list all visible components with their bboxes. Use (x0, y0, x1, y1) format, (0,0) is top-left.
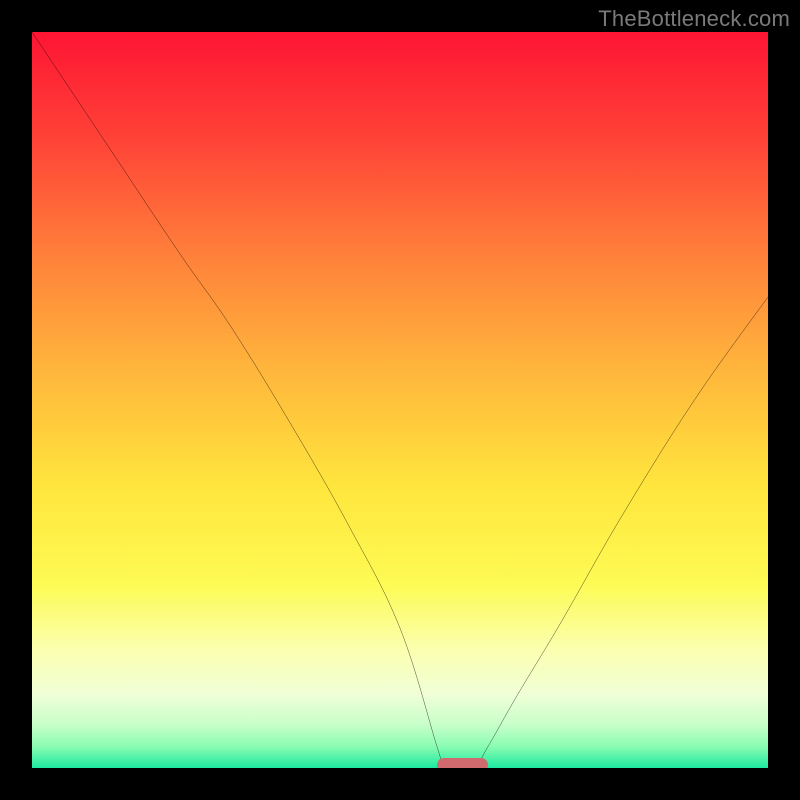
optimal-range-marker (437, 758, 489, 768)
watermark-text: TheBottleneck.com (598, 6, 790, 32)
bottleneck-curve (32, 32, 768, 768)
plot-area (32, 32, 768, 768)
chart-frame: TheBottleneck.com (0, 0, 800, 800)
